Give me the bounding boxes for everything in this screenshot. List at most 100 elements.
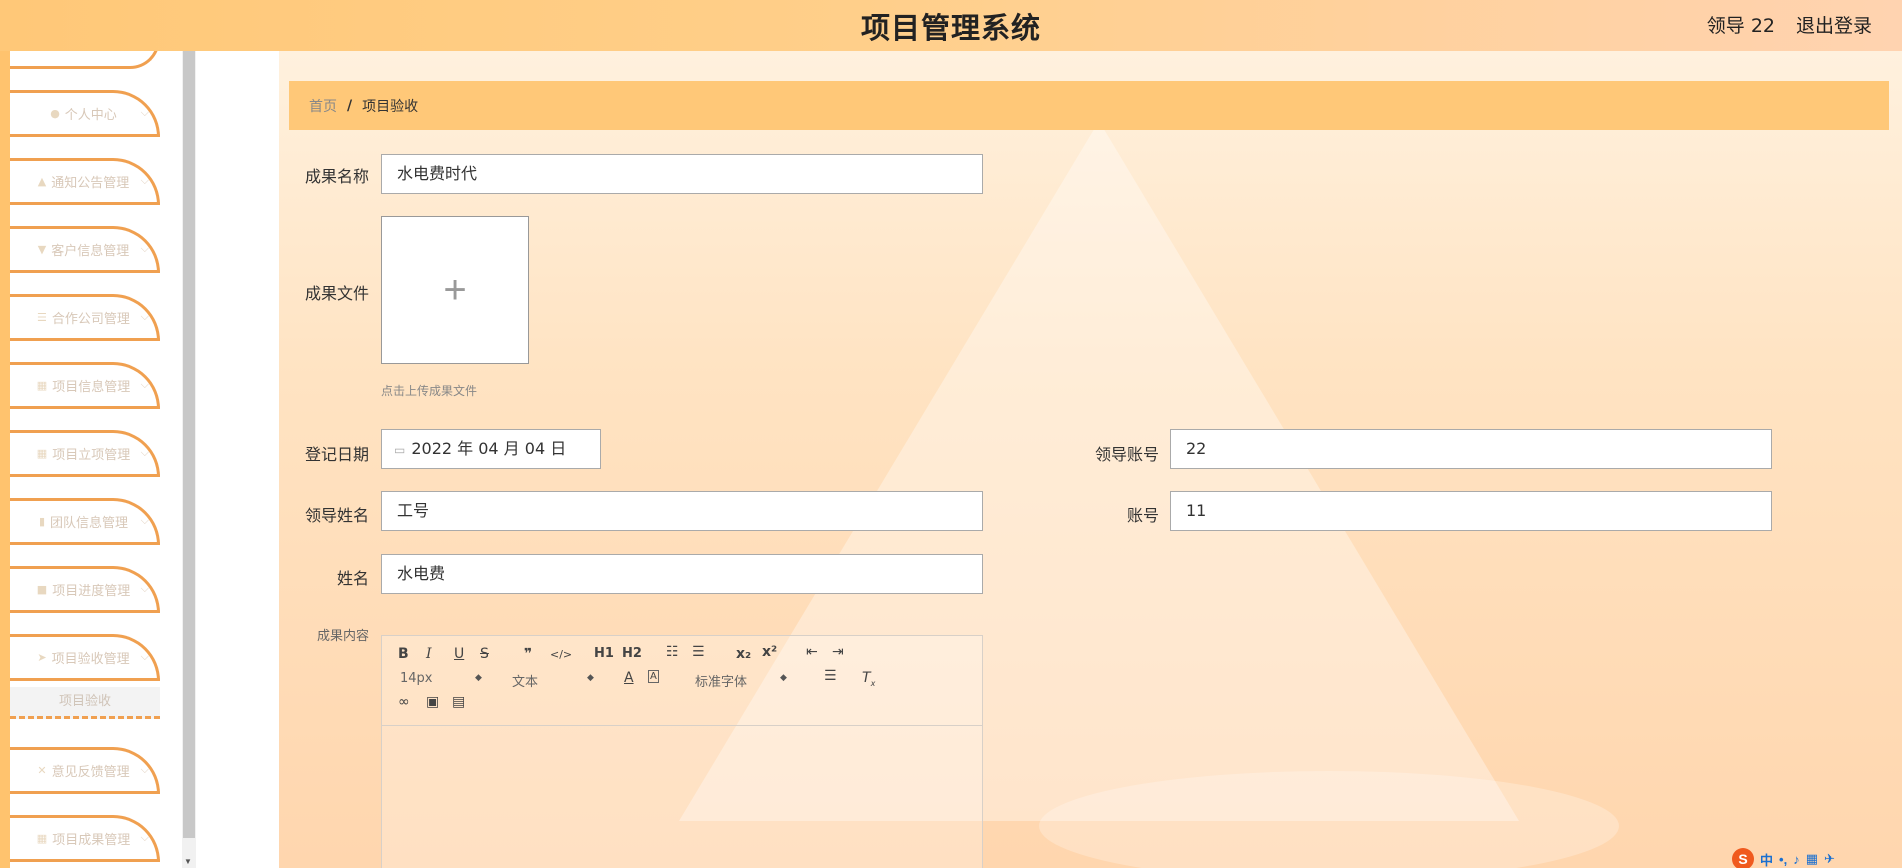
sidebar-item-label: 项目进度管理	[52, 584, 131, 599]
punctuation-icon[interactable]: •,	[1779, 852, 1787, 867]
cup-icon: ▼	[37, 243, 47, 256]
italic-button[interactable]: I	[426, 646, 432, 662]
chat-icon: ■	[36, 583, 48, 596]
sidebar-item-notice[interactable]: ▲ 通知公告管理 ⌵	[10, 158, 160, 205]
sidebar-item-label: 团队信息管理	[50, 516, 129, 531]
sidebar: ● 个人中心 ⌵ ▲ 通知公告管理 ⌵ ▼ 客户信息管理 ⌵ ☰ 合作公司管理 …	[0, 51, 182, 868]
sidebar-item-customer[interactable]: ▼ 客户信息管理 ⌵	[10, 226, 160, 273]
sidebar-item-results[interactable]: ▦ 项目成果管理 ⌵	[10, 815, 160, 862]
sidebar-gutter	[196, 51, 279, 868]
editor-toolbar: B I U S ❞ </> H1 H2 ☷ ☰ x₂ x² ⇤ ⇥ 14px ◆…	[382, 636, 982, 726]
select-arrows-icon: ◆	[587, 673, 594, 683]
current-user: 领导 22	[1706, 15, 1775, 37]
send-icon: ➤	[37, 651, 47, 664]
leader-name-label: 领导姓名	[304, 506, 369, 525]
achievement-name-input[interactable]: 水电费时代	[381, 154, 983, 194]
sidebar-scrollbar[interactable]: ▼	[182, 51, 196, 868]
register-date-label: 登记日期	[304, 445, 369, 464]
account-input[interactable]: 11	[1170, 491, 1772, 531]
align-icon[interactable]: ☰	[824, 668, 837, 684]
font-family-select[interactable]: 标准字体 ◆	[695, 671, 805, 690]
image-icon[interactable]: ▣	[426, 694, 439, 710]
microphone-icon[interactable]: ♪	[1793, 852, 1800, 867]
sidebar-item-acceptance[interactable]: ➤ 项目验收管理 ⌵	[10, 634, 160, 681]
code-block-button[interactable]: </>	[550, 648, 572, 661]
font-color-icon[interactable]: A	[624, 670, 634, 686]
h2-button[interactable]: H2	[622, 646, 642, 661]
scrollbar-thumb[interactable]	[183, 51, 195, 838]
chevron-down-icon: ⌵	[140, 106, 149, 119]
leader-account-input[interactable]: 22	[1170, 429, 1772, 469]
blockquote-button[interactable]: ❞	[524, 646, 532, 662]
achievement-file-label: 成果文件	[304, 284, 369, 303]
logout-link[interactable]: 退出登录	[1796, 11, 1872, 38]
sidebar-item-label: 项目立项管理	[52, 448, 131, 463]
h1-button[interactable]: H1	[594, 646, 614, 661]
sidebar-item-label: 项目成果管理	[52, 833, 131, 848]
font-size-select[interactable]: 14px ◆	[400, 671, 490, 686]
sidebar-item-label: 项目验收管理	[51, 652, 130, 667]
sidebar-item-personal-center[interactable]: ● 个人中心 ⌵	[10, 90, 160, 137]
strike-button[interactable]: S	[480, 646, 489, 662]
sidebar-subitem-acceptance[interactable]: 项目验收	[10, 687, 160, 719]
chevron-down-icon: ⌵	[140, 831, 149, 844]
skin-icon[interactable]: ✈	[1824, 851, 1835, 867]
chevron-down-icon: ⌵	[140, 446, 149, 459]
sidebar-item-partial[interactable]	[10, 51, 160, 69]
plus-icon: +	[443, 267, 467, 312]
register-date-value: 2022 年 04 月 04 日	[411, 439, 567, 458]
app-title: 项目管理系统	[860, 10, 1041, 45]
sidebar-item-label: 客户信息管理	[51, 244, 130, 259]
subscript-button[interactable]: x₂	[736, 646, 751, 662]
bold-button[interactable]: B	[398, 646, 409, 662]
grid-icon: ▦	[36, 447, 48, 460]
leader-name-input[interactable]: 工号	[381, 491, 983, 531]
sidebar-item-project-approval[interactable]: ▦ 项目立项管理 ⌵	[10, 430, 160, 477]
sidebar-item-project-info[interactable]: ▦ 项目信息管理 ⌵	[10, 362, 160, 409]
scroll-down-arrow-icon[interactable]: ▼	[184, 857, 192, 866]
bullet-list-icon[interactable]: ☰	[692, 644, 705, 660]
clear-format-icon[interactable]: Tx	[862, 670, 875, 688]
superscript-button[interactable]: x²	[762, 644, 777, 660]
keyboard-icon[interactable]: ▦	[1806, 851, 1818, 867]
underline-button[interactable]: U	[454, 646, 464, 662]
sidebar-item-label: 个人中心	[64, 108, 117, 123]
breadcrumb: 首页 / 项目验收	[289, 81, 1889, 130]
name-label: 姓名	[336, 569, 369, 588]
top-bar: 项目管理系统 领导 22 退出登录	[0, 0, 1902, 51]
chevron-down-icon: ⌵	[140, 763, 149, 776]
sidebar-item-label: 意见反馈管理	[51, 765, 130, 780]
background-color-icon[interactable]: A	[648, 670, 659, 683]
leader-account-label: 领导账号	[1094, 445, 1159, 464]
breadcrumb-home[interactable]: 首页	[309, 96, 337, 116]
chart-icon: ▮	[38, 515, 46, 528]
name-input[interactable]: 水电费	[381, 554, 983, 594]
chevron-down-icon: ⌵	[140, 650, 149, 663]
ordered-list-icon[interactable]: ☷	[666, 644, 679, 660]
link-icon[interactable]: ∞	[398, 694, 410, 710]
content-label: 成果内容	[316, 629, 369, 644]
sidebar-item-label: 合作公司管理	[51, 312, 130, 327]
rich-text-editor[interactable]: B I U S ❞ </> H1 H2 ☷ ☰ x₂ x² ⇤ ⇥ 14px ◆…	[381, 635, 983, 868]
sidebar-item-feedback[interactable]: ✕ 意见反馈管理 ⌵	[10, 747, 160, 794]
video-icon[interactable]: ▤	[452, 694, 465, 710]
sogou-ime-icon[interactable]: S	[1732, 848, 1754, 868]
outdent-icon[interactable]: ⇤	[806, 644, 818, 660]
chevron-down-icon: ⌵	[140, 582, 149, 595]
chevron-down-icon: ⌵	[140, 310, 149, 323]
heading-select[interactable]: 文本 ◆	[512, 671, 602, 690]
sidebar-accent-strip	[0, 51, 10, 868]
sidebar-item-team[interactable]: ▮ 团队信息管理 ⌵	[10, 498, 160, 545]
sidebar-item-partner[interactable]: ☰ 合作公司管理 ⌵	[10, 294, 160, 341]
account-label: 账号	[1126, 506, 1159, 525]
register-date-input[interactable]: ▭ 2022 年 04 月 04 日	[381, 429, 601, 469]
person-icon: ●	[50, 107, 60, 120]
system-tray: S 中 •, ♪ ▦ ✈	[1732, 848, 1902, 868]
ticket-icon: ✕	[37, 764, 47, 777]
chevron-down-icon: ⌵	[140, 242, 149, 255]
indent-icon[interactable]: ⇥	[832, 644, 844, 660]
file-upload-box[interactable]: +	[381, 216, 529, 364]
sidebar-item-progress[interactable]: ■ 项目进度管理 ⌵	[10, 566, 160, 613]
main-content: 首页 / 项目验收 成果名称 水电费时代 成果文件 + 点击上传成果文件 登记日…	[279, 51, 1902, 868]
ime-language[interactable]: 中	[1760, 850, 1773, 868]
